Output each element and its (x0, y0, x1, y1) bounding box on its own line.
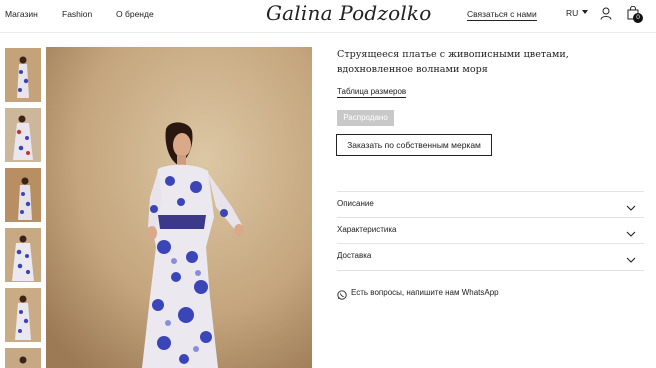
contact-us-link[interactable]: Связаться с нами (467, 9, 537, 21)
thumbnail-2[interactable] (5, 108, 41, 162)
cart-count-badge: 0 (633, 13, 643, 23)
accordion-label: Характеристика (337, 225, 397, 234)
chevron-down-icon[interactable] (582, 10, 588, 14)
thumbnail-4[interactable] (5, 228, 41, 282)
accordion-label: Доставка (337, 251, 372, 260)
whatsapp-icon[interactable] (337, 287, 347, 305)
chevron-down-icon[interactable] (626, 199, 636, 217)
thumbnail-5[interactable] (5, 288, 41, 342)
whatsapp-link[interactable]: Есть вопросы, напишите нам WhatsApp (351, 288, 499, 297)
sold-out-button: Распродано (337, 110, 394, 126)
accordion-delivery[interactable]: Доставка (337, 243, 644, 271)
user-icon[interactable] (600, 7, 612, 25)
accordion-characteristics[interactable]: Характеристика (337, 217, 644, 244)
brand-logo[interactable]: Galina Podzolko (266, 1, 431, 25)
site-header: Магазин Fashion О бренде Galina Podzolko… (0, 0, 656, 33)
accordion-label: Описание (337, 199, 374, 208)
thumbnail-1[interactable] (5, 48, 41, 102)
language-selector[interactable]: RU (566, 8, 578, 18)
chevron-down-icon[interactable] (626, 251, 636, 269)
nav-shop[interactable]: Магазин (5, 9, 38, 19)
product-title: Струящееся платье с живописными цветами,… (337, 49, 569, 75)
thumbnail-6[interactable] (5, 348, 41, 368)
thumbnail-3[interactable] (5, 168, 41, 222)
size-table-link[interactable]: Таблица размеров (337, 87, 407, 98)
product-main-image[interactable] (46, 47, 312, 368)
nav-about-brand[interactable]: О бренде (116, 9, 154, 19)
custom-measurements-button[interactable]: Заказать по собственным меркам (336, 134, 492, 156)
nav-fashion[interactable]: Fashion (62, 9, 92, 19)
accordion-description[interactable]: Описание (337, 191, 644, 218)
chevron-down-icon[interactable] (626, 225, 636, 243)
